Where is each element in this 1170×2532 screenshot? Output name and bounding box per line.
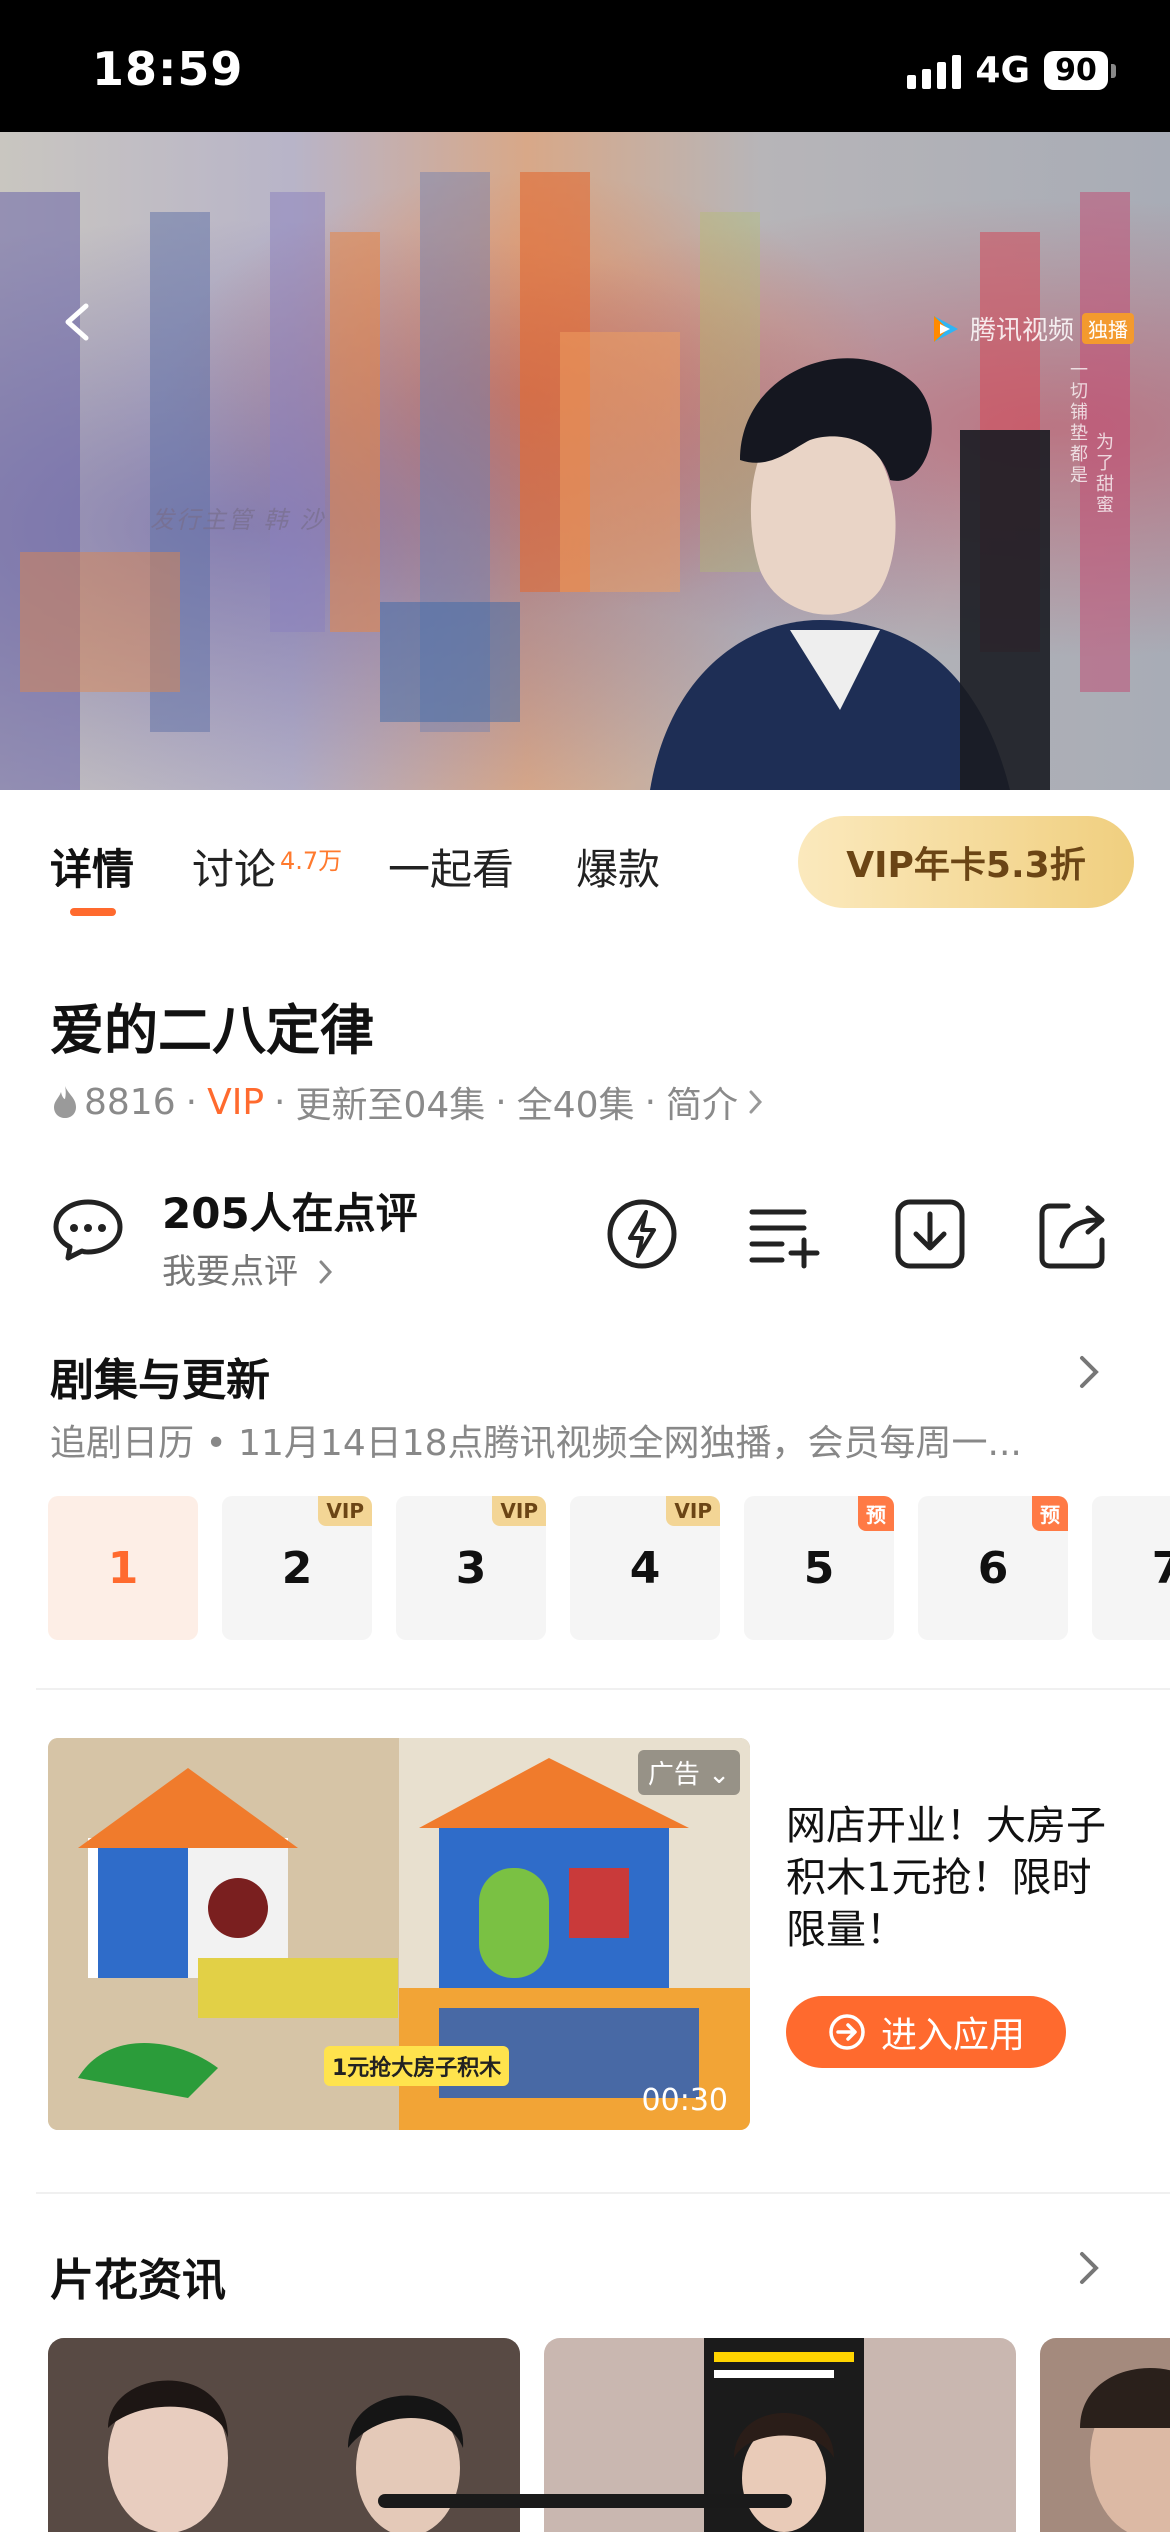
update-status: 更新至04集 <box>295 1085 486 1126</box>
tencent-video-logo-icon <box>933 315 958 342</box>
vip-promo-button[interactable]: VIP年卡5.3折 <box>798 816 1134 908</box>
vertical-caption-2: 为了甜蜜 <box>1093 432 1114 516</box>
battery-icon: 90 <box>1044 51 1116 90</box>
preview-badge: 预 <box>858 1496 894 1531</box>
news-card-3[interactable] <box>1040 2338 1170 2532</box>
add-to-list-icon[interactable] <box>746 1196 822 1272</box>
ad-duration: 00:30 <box>641 2083 728 2118</box>
discussion-count: 4.7万 <box>280 847 343 875</box>
episode-3[interactable]: 3 VIP <box>396 1496 546 1640</box>
chevron-right-icon <box>319 1260 332 1284</box>
divider <box>36 2192 1170 2194</box>
tab-watch-together[interactable]: 一起看 <box>388 836 514 897</box>
status-bar: 18:59 4G 90 <box>0 0 1170 132</box>
vip-tag: VIP <box>207 1081 265 1123</box>
episode-number: 4 <box>629 1542 661 1594</box>
review-count: 205人在点评 <box>162 1189 418 1238</box>
signal-icon <box>907 53 962 89</box>
tab-hot[interactable]: 爆款 <box>576 836 660 897</box>
ad-thumbnail[interactable]: 广告 ⌄ 1元抢大房子积木 00:30 <box>48 1738 750 2130</box>
chevron-right-icon[interactable] <box>1074 2248 1104 2288</box>
status-indicators: 4G 90 <box>907 50 1116 91</box>
heat-value: 8816 <box>84 1081 176 1123</box>
episode-list: 1 2 VIP 3 VIP 4 VIP 5 预 6 预 7 <box>48 1496 1170 1640</box>
enter-app-button[interactable]: 进入应用 <box>786 1996 1066 2068</box>
show-title: 爱的二八定律 <box>50 999 374 1062</box>
tab-details[interactable]: 详情 <box>50 836 134 897</box>
episode-1[interactable]: 1 <box>48 1496 198 1640</box>
episode-7[interactable]: 7 <box>1092 1496 1170 1640</box>
write-review-label: 我要点评 <box>162 1252 298 1292</box>
chevron-right-icon[interactable] <box>1074 1352 1104 1392</box>
enter-app-label: 进入应用 <box>880 2015 1025 2056</box>
network-type: 4G <box>975 50 1030 91</box>
ad-promo-chip: 1元抢大房子积木 <box>324 2046 510 2086</box>
episode-number: 2 <box>281 1542 313 1594</box>
video-player[interactable]: 腾讯视频 独播 发行主管 韩 沙 一切铺垫都是 为了甜蜜 <box>0 132 1170 790</box>
watermark-text: 腾讯视频 <box>969 316 1074 346</box>
vertical-caption-1: 一切铺垫都是 <box>1067 360 1088 486</box>
episode-number: 7 <box>1151 1542 1170 1594</box>
update-schedule: 追剧日历 • 11月14日18点腾讯视频全网独播，会员每周一... <box>50 1423 1022 1464</box>
watermark-badge: 独播 <box>1082 313 1134 344</box>
share-icon[interactable] <box>1036 1196 1112 1272</box>
video-caption: 发行主管 韩 沙 <box>150 506 326 534</box>
heat-flame-icon <box>54 1086 76 1118</box>
arrow-circle-icon <box>829 2014 865 2050</box>
episode-2[interactable]: 2 VIP <box>222 1496 372 1640</box>
status-time: 18:59 <box>92 42 244 96</box>
speed-icon[interactable] <box>604 1196 680 1272</box>
ad-headline[interactable]: 网店开业！大房子积木1元抢！限时限量！ <box>786 1800 1126 1956</box>
divider <box>36 1688 1170 1690</box>
tab-discussion[interactable]: 讨论 4.7万 <box>192 836 342 897</box>
chevron-right-icon[interactable] <box>746 1087 766 1117</box>
episode-number: 5 <box>803 1542 835 1594</box>
ad-label-text: 广告 <box>647 1760 700 1790</box>
show-meta: 8816 · VIP · 更新至04集 · 全40集 · 简介 <box>50 1076 766 1128</box>
write-review-link[interactable]: 我要点评 <box>162 1244 335 1293</box>
actor-figure <box>650 358 1050 790</box>
vip-badge: VIP <box>666 1496 720 1526</box>
total-episodes: 全40集 <box>516 1085 635 1126</box>
download-icon[interactable] <box>892 1196 968 1272</box>
chevron-down-icon: ⌄ <box>708 1760 730 1790</box>
tab-active-indicator <box>70 908 116 916</box>
news-section-title[interactable]: 片花资讯 <box>50 2244 226 2308</box>
episode-5[interactable]: 5 预 <box>744 1496 894 1640</box>
episode-6[interactable]: 6 预 <box>918 1496 1068 1640</box>
home-indicator[interactable] <box>378 2494 792 2508</box>
episode-4[interactable]: 4 VIP <box>570 1496 720 1640</box>
preview-badge: 预 <box>1032 1496 1068 1531</box>
episodes-section-title[interactable]: 剧集与更新 <box>50 1344 270 1408</box>
episode-number: 6 <box>977 1542 1009 1594</box>
tencent-video-watermark: 腾讯视频 独播 <box>928 310 1134 347</box>
comment-bubble-icon[interactable] <box>52 1198 124 1262</box>
ad-label[interactable]: 广告 ⌄ <box>637 1750 740 1795</box>
vip-badge: VIP <box>318 1496 372 1526</box>
tab-discussion-label: 讨论 <box>192 845 277 894</box>
episode-number: 3 <box>455 1542 487 1594</box>
episode-number: 1 <box>107 1542 139 1594</box>
battery-level: 90 <box>1044 51 1108 90</box>
intro-link[interactable]: 简介 <box>666 1076 738 1128</box>
back-icon[interactable] <box>58 302 98 342</box>
vip-badge: VIP <box>492 1496 546 1526</box>
